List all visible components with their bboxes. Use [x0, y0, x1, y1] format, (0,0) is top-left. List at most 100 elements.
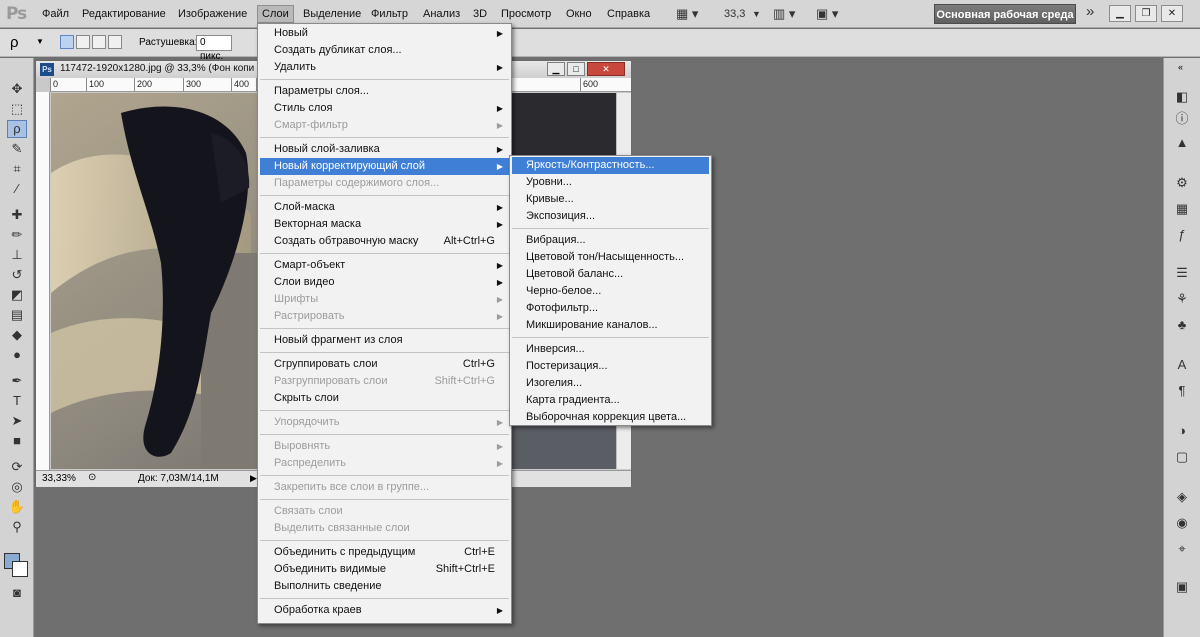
menu-layers[interactable]: Слои — [257, 5, 294, 23]
adjustment-submenu-item[interactable]: Цветовой тон/Насыщенность... — [512, 249, 709, 266]
layers-menu-item[interactable]: Обработка краев ▶ — [260, 602, 509, 619]
adjustment-submenu-item[interactable]: Постеризация... — [512, 358, 709, 375]
3d-orbit-tool-icon[interactable]: ◎ — [7, 478, 27, 496]
doc-maximize-button[interactable]: □ — [567, 62, 585, 76]
zoom-dropdown-icon[interactable]: ▼ — [752, 6, 761, 22]
adjustment-submenu-item[interactable]: Кривые... — [512, 191, 709, 208]
layers-menu-item[interactable]: Новый слой-заливка ▶ — [260, 141, 509, 158]
minimize-button[interactable]: ▁ — [1109, 5, 1131, 22]
quick-mask-icon[interactable]: ◙ — [7, 584, 27, 602]
layers-menu-item[interactable]: Смарт-объект ▶ — [260, 257, 509, 274]
masks-icon[interactable]: ⚘ — [1173, 290, 1191, 308]
adjustment-submenu-item[interactable]: Микширование каналов... — [512, 317, 709, 334]
adjustment-submenu-item[interactable]: Экспозиция... — [512, 208, 709, 225]
crop-tool-icon[interactable]: ⌗ — [7, 160, 27, 178]
path-selection-tool-icon[interactable]: ➤ — [7, 412, 27, 430]
layers-menu-item[interactable]: Удалить ▶ — [260, 59, 509, 76]
menu-filter[interactable]: Фильтр — [367, 5, 412, 23]
view-extras-icon[interactable]: ▣ ▾ — [816, 6, 838, 22]
doc-minimize-button[interactable]: ▁ — [547, 62, 565, 76]
adjustment-submenu-item[interactable]: Черно-белое... — [512, 283, 709, 300]
info-icon[interactable]: ⓘ — [1173, 110, 1191, 128]
pen-tool-icon[interactable]: ✒ — [7, 372, 27, 390]
menu-3d[interactable]: 3D — [469, 5, 491, 23]
layers-menu-item[interactable]: Новый фрагмент из слоя — [260, 332, 509, 349]
menu-image[interactable]: Изображение — [174, 5, 251, 23]
layers-menu-item[interactable]: Новый ▶ — [260, 25, 509, 42]
dodge-tool-icon[interactable]: ● — [7, 346, 27, 364]
layers-menu-item[interactable]: Новый корректирующий слой ▶ — [260, 158, 509, 175]
type-tool-icon[interactable]: T — [7, 392, 27, 410]
add-to-selection-button[interactable] — [76, 35, 90, 49]
clone-stamp-tool-icon[interactable]: ⊥ — [7, 246, 27, 264]
shape-tool-icon[interactable]: ■ — [7, 432, 27, 450]
brush-tool-icon[interactable]: ✏ — [7, 226, 27, 244]
layers-menu-item[interactable]: Векторная маска ▶ — [260, 216, 509, 233]
eraser-tool-icon[interactable]: ◩ — [7, 286, 27, 304]
quick-selection-tool-icon[interactable]: ✎ — [7, 140, 27, 158]
layers-menu-item[interactable]: Создать дубликат слоя... — [260, 42, 509, 59]
adjustment-submenu-item[interactable]: Выборочная коррекция цвета... — [512, 409, 709, 426]
mini-bridge-icon[interactable]: ◧ — [1173, 88, 1191, 106]
layers-menu-item[interactable]: Объединить с предыдущим Ctrl+E — [260, 544, 509, 561]
adjustment-submenu-item[interactable]: Фотофильтр... — [512, 300, 709, 317]
adjustment-submenu-item[interactable]: Изогелия... — [512, 375, 709, 392]
paragraph-icon[interactable]: ¶ — [1173, 382, 1191, 400]
hand-tool-icon[interactable]: ✋ — [7, 498, 27, 516]
adjustment-submenu-item[interactable]: Карта градиента... — [512, 392, 709, 409]
3d-rotate-tool-icon[interactable]: ⟳ — [7, 458, 27, 476]
doc-close-button[interactable]: ✕ — [587, 62, 625, 76]
histogram-icon[interactable]: ▲ — [1173, 134, 1191, 152]
more-workspaces-icon[interactable]: » — [1086, 4, 1094, 20]
zoom-tool-icon[interactable]: ⚲ — [7, 518, 27, 536]
adjustment-submenu-item[interactable]: Яркость/Контрастность... — [512, 157, 709, 174]
menu-help[interactable]: Справка — [603, 5, 654, 23]
adjustments-icon[interactable]: ☰ — [1173, 264, 1191, 282]
blur-tool-icon[interactable]: ◆ — [7, 326, 27, 344]
channels-icon[interactable]: ◉ — [1173, 514, 1191, 532]
menu-file[interactable]: Файл — [38, 5, 73, 23]
close-app-button[interactable]: ✕ — [1161, 5, 1183, 22]
feather-input[interactable]: 0 пикс. — [196, 35, 232, 62]
layers-menu-item[interactable]: Слои видео ▶ — [260, 274, 509, 291]
styles-icon[interactable]: ƒ — [1173, 226, 1191, 244]
layers-menu-item[interactable]: Объединить видимые Shift+Ctrl+E — [260, 561, 509, 578]
layers-icon[interactable]: ◈ — [1173, 488, 1191, 506]
arrange-documents-icon[interactable]: ▥ ▾ — [773, 6, 795, 22]
menu-edit[interactable]: Редактирование — [78, 5, 170, 23]
layers-menu-item[interactable]: Сгруппировать слои Ctrl+G — [260, 356, 509, 373]
subtract-from-selection-button[interactable] — [92, 35, 106, 49]
lasso-preset-icon[interactable]: ρ — [10, 34, 19, 51]
menu-select[interactable]: Выделение — [299, 5, 365, 23]
zoom-level[interactable]: 33,3 — [724, 6, 745, 22]
move-tool-icon[interactable]: ✥ — [7, 80, 27, 98]
layers-menu-item[interactable]: Стиль слоя ▶ — [260, 100, 509, 117]
dock-expand-icon[interactable]: « — [1178, 62, 1183, 72]
history-icon[interactable]: ▣ — [1173, 578, 1191, 596]
swatches-icon[interactable]: ▦ — [1173, 200, 1191, 218]
workspace-switcher-button[interactable]: Основная рабочая среда — [934, 4, 1076, 24]
menu-view[interactable]: Просмотр — [497, 5, 555, 23]
history-brush-tool-icon[interactable]: ↺ — [7, 266, 27, 284]
preset-dropdown-icon[interactable]: ▼ — [36, 37, 44, 46]
screen-mode-icon[interactable]: ▦ ▾ — [676, 6, 698, 22]
adjustment-submenu-item[interactable]: Уровни... — [512, 174, 709, 191]
healing-brush-tool-icon[interactable]: ✚ — [7, 206, 27, 224]
new-selection-button[interactable] — [60, 35, 74, 49]
zoom-readout[interactable]: 33,33% — [42, 473, 76, 484]
background-color-swatch[interactable] — [12, 561, 28, 577]
menu-analysis[interactable]: Анализ — [419, 5, 464, 23]
vertical-ruler[interactable] — [36, 92, 50, 472]
eyedropper-tool-icon[interactable]: ⁄ — [7, 180, 27, 198]
clone-source-icon[interactable]: ◑ — [1173, 422, 1191, 440]
adjustment-submenu-item[interactable]: Инверсия... — [512, 341, 709, 358]
intersect-selection-button[interactable] — [108, 35, 122, 49]
layers-menu-item[interactable]: Параметры слоя... — [260, 83, 509, 100]
adjustment-submenu-item[interactable]: Вибрация... — [512, 232, 709, 249]
status-info-icon[interactable]: ⊙ — [88, 472, 96, 483]
layers-menu-item[interactable]: Создать обтравочную маску Alt+Ctrl+G — [260, 233, 509, 250]
lasso-tool-icon[interactable]: ρ — [7, 120, 27, 138]
layers-menu-item[interactable]: Выполнить сведение — [260, 578, 509, 595]
paths-icon[interactable]: ⌖ — [1173, 540, 1191, 558]
menu-window[interactable]: Окно — [562, 5, 596, 23]
